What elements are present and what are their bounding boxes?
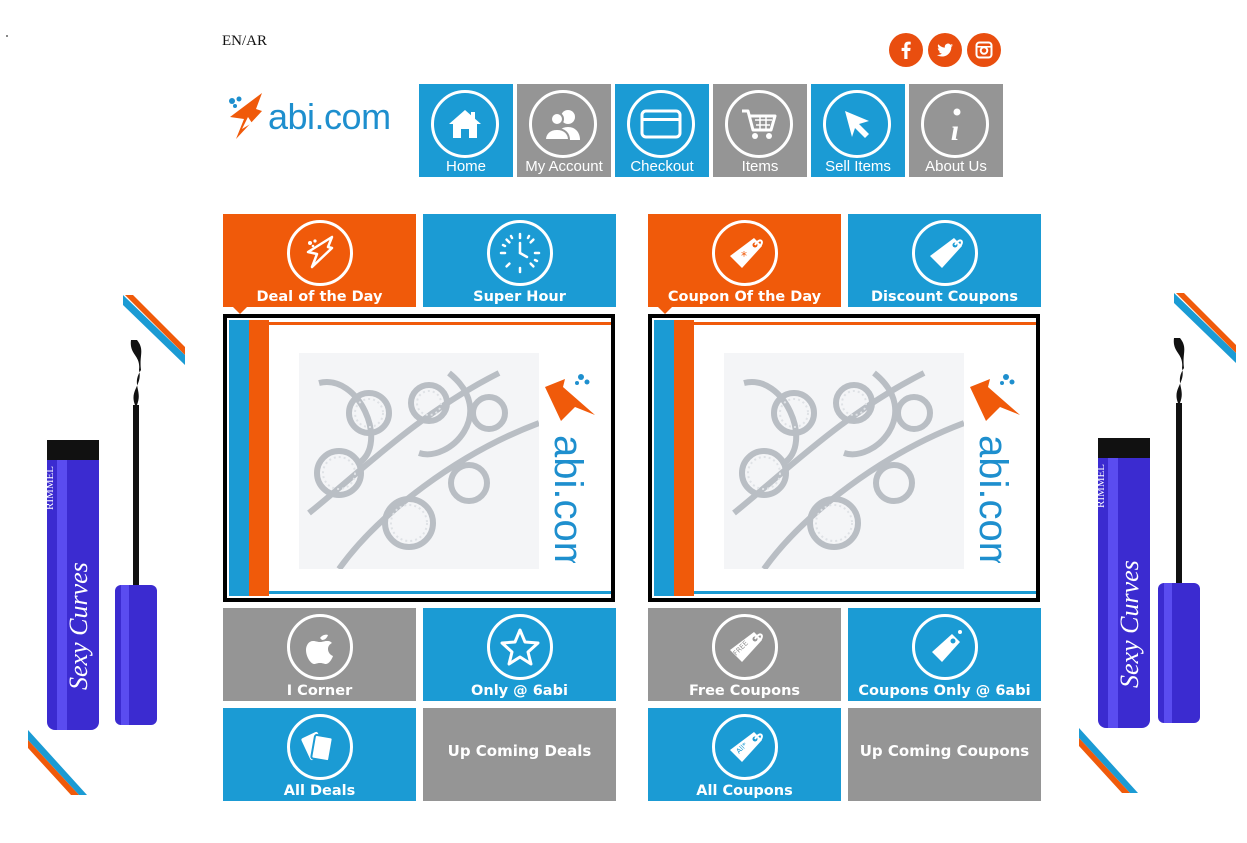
all-tag-icon: All* (712, 714, 778, 780)
mascara-image (1098, 338, 1200, 728)
active-tab-pointer (233, 307, 247, 314)
jewelry-image (299, 353, 541, 571)
language-toggle[interactable]: EN/AR (222, 33, 267, 50)
nav-label: Home (445, 158, 486, 175)
tile-label: All Coupons (696, 783, 793, 799)
nav-checkout[interactable]: Checkout (615, 84, 709, 177)
tile-all-deals[interactable]: All Deals (223, 708, 416, 801)
ad-product: Sexy Curves (1115, 560, 1144, 688)
banner-stripe (229, 320, 249, 596)
ad-product: Sexy Curves (64, 562, 93, 690)
free-tag-icon: FREE (712, 614, 778, 680)
coupon-banner[interactable]: abi.com (648, 314, 1040, 602)
banner-border (269, 322, 611, 325)
nav-about-us[interactable]: ı About Us (909, 84, 1003, 177)
tile-label: Up Coming Deals (447, 742, 592, 760)
tile-label: Only @ 6abi (471, 683, 568, 699)
stray-dot (6, 35, 8, 37)
nav-label: My Account (525, 158, 603, 175)
jewelry-image (724, 353, 966, 571)
tile-label: Up Coming Coupons (859, 742, 1030, 760)
nav-home[interactable]: Home (419, 84, 513, 177)
apple-icon (287, 614, 353, 680)
tab-super-hour[interactable]: Super Hour (423, 214, 616, 307)
nav-label: Checkout (630, 158, 694, 175)
tile-upcoming-coupons[interactable]: Up Coming Coupons (848, 708, 1041, 801)
deal-logo-icon (287, 220, 353, 286)
cursor-icon (823, 90, 891, 158)
logo-text: abi.com (268, 96, 391, 137)
tile-all-coupons[interactable]: All* All Coupons (648, 708, 841, 801)
tab-discount-coupons[interactable]: Discount Coupons (848, 214, 1041, 307)
nav-label: Items (741, 158, 779, 175)
info-icon: ı (921, 90, 989, 158)
ad-brand: RIMMEL (44, 466, 56, 510)
active-tab-pointer (658, 307, 672, 314)
tile-label: Free Coupons (688, 683, 801, 699)
banner-stripe (249, 320, 269, 596)
banner-stripe (654, 320, 674, 596)
facebook-icon[interactable] (889, 33, 923, 67)
tile-only-at-6abi[interactable]: Only @ 6abi (423, 608, 616, 701)
banner-logo: abi.com (966, 373, 1026, 575)
tab-coupon-of-the-day[interactable]: * Coupon Of the Day (648, 214, 841, 314)
deal-banner[interactable]: abi.com (223, 314, 615, 602)
clock-icon (487, 220, 553, 286)
twitter-icon[interactable] (928, 33, 962, 67)
users-icon (529, 90, 597, 158)
tile-label: I Corner (286, 683, 353, 699)
banner-stripe (674, 320, 694, 596)
ad-brand: RIMMEL (1095, 464, 1107, 508)
tag-icon (912, 220, 978, 286)
tab-deal-of-the-day[interactable]: Deal of the Day (223, 214, 416, 314)
tile-i-corner[interactable]: I Corner (223, 608, 416, 701)
svg-text:*: * (741, 249, 747, 263)
nav-label: Sell Items (825, 158, 891, 175)
credit-card-icon (627, 90, 695, 158)
tab-label: Deal of the Day (256, 289, 383, 305)
tab-label: Discount Coupons (870, 289, 1019, 305)
tile-label: Coupons Only @ 6abi (858, 683, 1031, 699)
tab-label: Coupon Of the Day (667, 289, 822, 305)
nav-my-account[interactable]: My Account (517, 84, 611, 177)
ad-banner-left[interactable]: RIMMEL Sexy Curves (25, 295, 185, 800)
svg-text:abi.com: abi.com (971, 435, 1015, 563)
banner-border (694, 322, 1036, 325)
tile-free-coupons[interactable]: FREE Free Coupons (648, 608, 841, 701)
star-icon (487, 614, 553, 680)
tab-label: Super Hour (473, 289, 566, 305)
cart-icon (725, 90, 793, 158)
home-icon (431, 90, 499, 158)
banner-logo: abi.com (541, 373, 601, 575)
coupon-tag-icon: * (712, 220, 778, 286)
banner-border (269, 591, 611, 594)
tile-label: All Deals (283, 783, 356, 799)
nav-sell-items[interactable]: Sell Items (811, 84, 905, 177)
tile-coupons-only-at-6abi[interactable]: Coupons Only @ 6abi (848, 608, 1041, 701)
svg-text:ı: ı (951, 114, 959, 142)
tile-upcoming-deals[interactable]: Up Coming Deals (423, 708, 616, 801)
nav-label: About Us (925, 158, 987, 175)
site-logo[interactable]: abi.com (226, 86, 411, 148)
logo-mark-icon (229, 93, 262, 139)
tag-icon (912, 614, 978, 680)
nav-items[interactable]: Items (713, 84, 807, 177)
banner-border (694, 591, 1036, 594)
svg-text:abi.com: abi.com (546, 435, 590, 563)
instagram-icon[interactable] (967, 33, 1001, 67)
ad-banner-right[interactable]: RIMMEL Sexy Curves (1076, 293, 1236, 798)
cards-icon (287, 714, 353, 780)
